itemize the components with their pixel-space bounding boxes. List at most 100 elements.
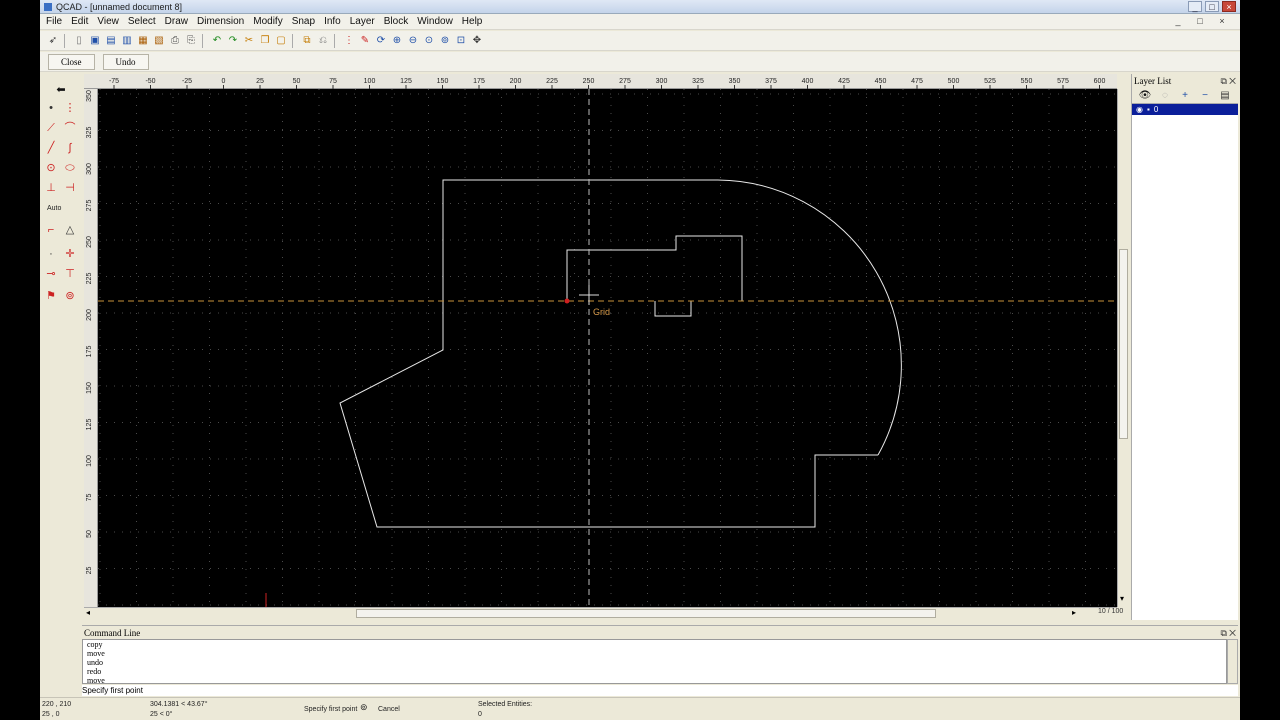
menu-edit[interactable]: Edit — [71, 16, 88, 27]
drawing-area[interactable]: Grid — [98, 89, 1117, 607]
panel-float-close-icon[interactable]: ⧉ ✕ — [1220, 626, 1236, 640]
undo-command-button[interactable]: Undo — [102, 53, 149, 70]
edit-layer-icon[interactable]: ▤ — [1218, 90, 1232, 101]
menu-snap[interactable]: Snap — [292, 16, 315, 27]
show-all-layers-icon[interactable]: 👁 — [1138, 90, 1152, 101]
add-layer-icon[interactable]: + — [1178, 90, 1192, 101]
menu-dimension[interactable]: Dimension — [197, 16, 244, 27]
layer-visible-icon[interactable]: ◉ — [1136, 105, 1143, 114]
menu-info[interactable]: Info — [324, 16, 341, 27]
scroll-right-icon[interactable]: ▸ — [1072, 608, 1076, 617]
app-icon — [44, 2, 52, 11]
command-history-scrollbar[interactable] — [1227, 639, 1238, 684]
redraw-icon[interactable]: ⟳ — [374, 34, 388, 48]
mouse-right-action: Cancel — [378, 706, 400, 713]
snap-reference-icon[interactable]: ⚑ — [43, 288, 59, 304]
menu-file[interactable]: File — [46, 16, 62, 27]
close-button[interactable]: × — [1222, 1, 1236, 12]
ruler-tick-label: 50 — [86, 530, 93, 538]
history-line: copy — [87, 640, 103, 649]
zoom-in-icon[interactable]: ⊕ — [390, 34, 404, 48]
ruler-tick-label: 250 — [86, 236, 93, 248]
zoom-out-icon[interactable]: ⊖ — [406, 34, 420, 48]
horizontal-scrollbar[interactable]: ◂ ▸ — [84, 607, 1117, 619]
snap-perpendicular-icon[interactable]: ⊤ — [62, 266, 78, 282]
text-tool-icon[interactable]: ⊣ — [62, 180, 78, 196]
back-arrow-icon[interactable]: ⬅ — [53, 82, 69, 98]
horizontal-ruler: -75 -50 -25 0 25 50 75 100 125 150 175 200 225 250 275… — [84, 74, 1117, 89]
zoom-pan-icon[interactable]: ✥ — [470, 34, 484, 48]
horizontal-scroll-thumb[interactable] — [356, 609, 936, 618]
menu-select[interactable]: Select — [128, 16, 156, 27]
panel-float-close-icon[interactable]: ⧉ ✕ — [1220, 74, 1236, 88]
menu-modify[interactable]: Modify — [253, 16, 282, 27]
close-command-button[interactable]: Close — [48, 53, 95, 70]
doc-close-button[interactable]: × — [1217, 16, 1227, 26]
drawing-canvas[interactable]: Grid — [98, 89, 1117, 607]
copy-block-icon[interactable]: ⎌ — [316, 34, 330, 48]
mouse-icon: ⊚ — [360, 702, 368, 712]
doc-minimize-button[interactable]: _ — [1173, 16, 1183, 26]
ruler-tick-label: 200 — [510, 78, 522, 85]
remove-layer-icon[interactable]: − — [1198, 90, 1212, 101]
snap-endpoint-icon[interactable]: ⌐ — [43, 222, 59, 238]
print-icon[interactable]: ⎙ — [168, 34, 182, 48]
layer-list-panel: Layer List ⧉ ✕ 👁 ◌ + − ▤ ◉ ▪ 0 — [1131, 74, 1238, 620]
open-file-icon[interactable]: ▣ — [88, 34, 102, 48]
copy-icon[interactable]: ❐ — [258, 34, 272, 48]
minimize-button[interactable]: _ — [1188, 1, 1202, 12]
pointer-icon[interactable]: ➶ — [46, 34, 60, 48]
snap-restriction-icon[interactable]: ⊚ — [62, 288, 78, 304]
menu-draw[interactable]: Draw — [165, 16, 188, 27]
point-tool-icon[interactable]: • — [43, 100, 59, 116]
doc-restore-button[interactable]: □ — [1195, 16, 1205, 26]
scroll-left-icon[interactable]: ◂ — [86, 608, 90, 617]
ellipse-tool-icon[interactable]: ⬭ — [62, 160, 78, 176]
hide-all-layers-icon[interactable]: ◌ — [1158, 90, 1172, 101]
horizontal-ruler-scale: -75 -50 -25 0 25 50 75 100 125 150 175 200 225 250 275… — [109, 78, 1105, 89]
ruler-tick-label: 325 — [692, 78, 704, 85]
zoom-previous-icon[interactable]: ⊚ — [438, 34, 452, 48]
snap-intersection-icon[interactable]: △ — [62, 222, 78, 238]
outline-polyline[interactable] — [339, 179, 902, 528]
maximize-button[interactable]: □ — [1205, 1, 1219, 12]
command-input[interactable]: Specify first point — [82, 685, 1238, 696]
layer-lock-icon[interactable]: ▪ — [1147, 105, 1150, 114]
paste-block-icon[interactable]: ⧉ — [300, 34, 314, 48]
arc-tool-icon[interactable]: ⌒ — [62, 120, 78, 136]
paste-icon[interactable]: ▢ — [274, 34, 288, 48]
menu-help[interactable]: Help — [462, 16, 483, 27]
save-as-icon[interactable]: ▥ — [120, 34, 134, 48]
grid-points-icon[interactable]: ⋮ — [62, 100, 78, 116]
undo-icon[interactable]: ↶ — [210, 34, 224, 48]
zoom-window-icon[interactable]: ⊡ — [454, 34, 468, 48]
line-tool-icon[interactable]: ⟋ — [43, 120, 59, 136]
inner-shape-polyline[interactable] — [566, 235, 743, 301]
redo-icon[interactable]: ↷ — [226, 34, 240, 48]
menu-window[interactable]: Window — [417, 16, 453, 27]
menu-layer[interactable]: Layer — [350, 16, 375, 27]
vertical-scrollbar[interactable]: ▾ — [1117, 89, 1129, 607]
dimension-tool-icon[interactable]: ⊥ — [43, 180, 59, 196]
print-setup-icon[interactable]: ⎘ — [184, 34, 198, 48]
scroll-down-icon[interactable]: ▾ — [1120, 594, 1124, 603]
export-icon[interactable]: ▧ — [152, 34, 166, 48]
menu-view[interactable]: View — [97, 16, 119, 27]
spline-tool-icon[interactable]: ∫ — [62, 140, 78, 156]
cut-icon[interactable]: ✂ — [242, 34, 256, 48]
menu-block[interactable]: Block — [384, 16, 408, 27]
layer-row[interactable]: ◉ ▪ 0 — [1132, 104, 1238, 115]
grid-icon[interactable]: ⋮ — [342, 34, 356, 48]
zoom-auto-icon[interactable]: ⊙ — [422, 34, 436, 48]
save-icon[interactable]: ▤ — [104, 34, 118, 48]
polyline-tool-icon[interactable]: ╱ — [43, 140, 59, 156]
print-preview-icon[interactable]: ▦ — [136, 34, 150, 48]
snap-middle-icon[interactable]: ✛ — [62, 246, 78, 262]
draft-icon[interactable]: ✎ — [358, 34, 372, 48]
circle-tool-icon[interactable]: ⊙ — [43, 160, 59, 176]
vertical-scroll-thumb[interactable] — [1119, 249, 1128, 439]
snap-center-icon[interactable]: · — [43, 246, 59, 262]
snap-distance-icon[interactable]: ⊸ — [43, 266, 59, 282]
new-file-icon[interactable]: ▯ — [72, 34, 86, 48]
notch-polyline[interactable] — [654, 301, 692, 317]
